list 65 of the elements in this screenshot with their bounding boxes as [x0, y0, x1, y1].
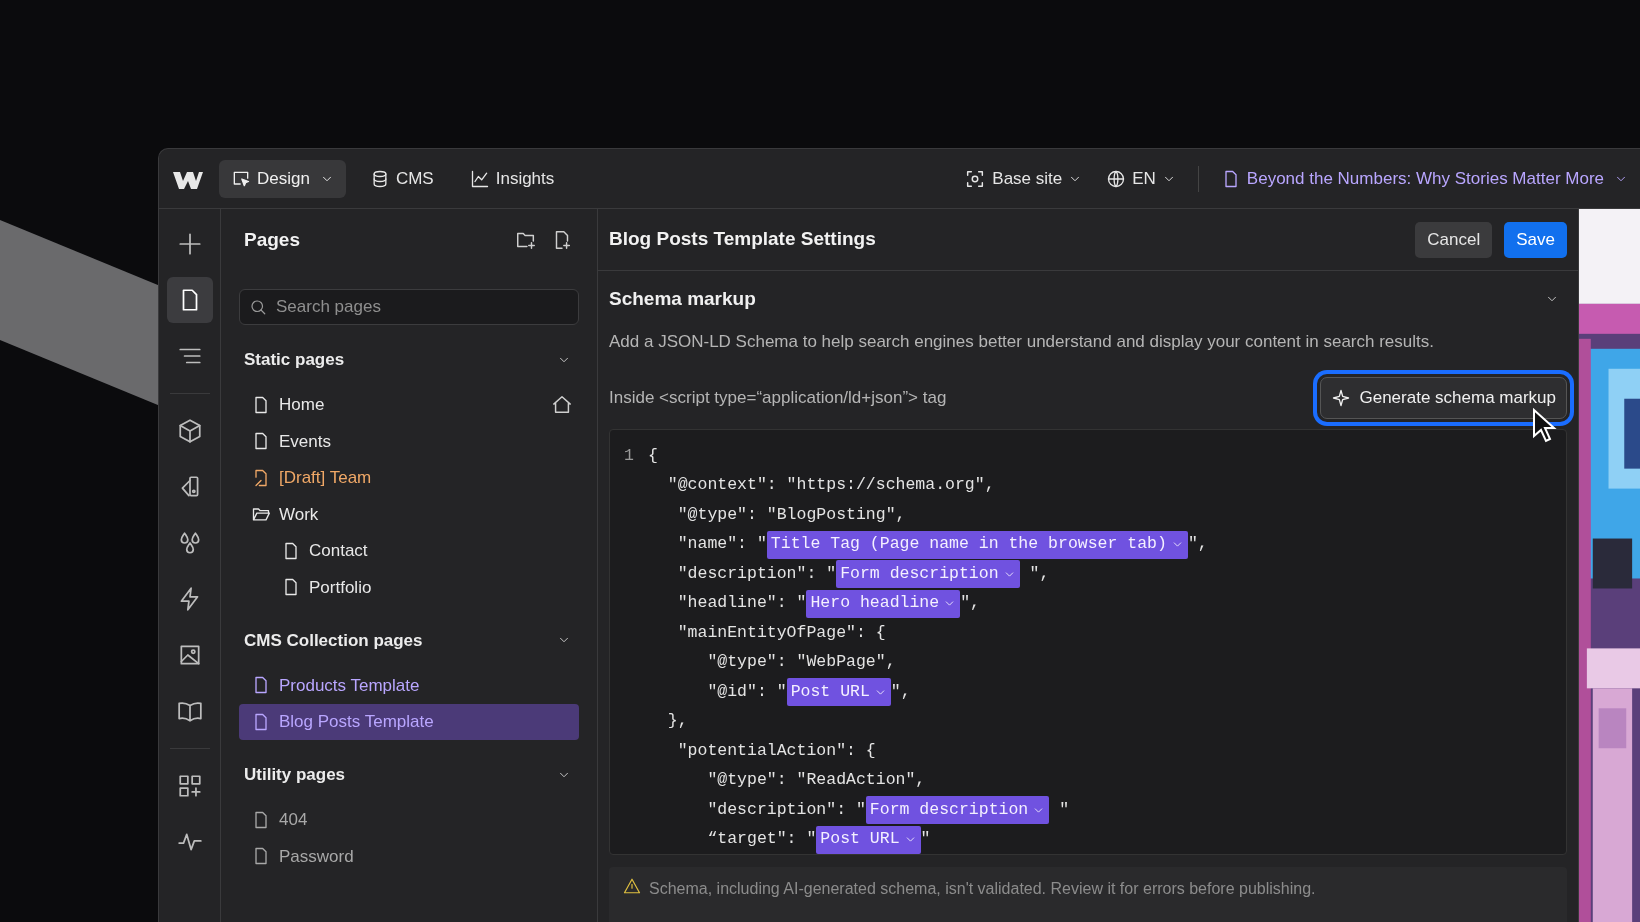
chart-icon: [469, 168, 490, 189]
code-text: "name": ": [676, 533, 767, 556]
variable-dropdown[interactable]: Form description: [836, 560, 1020, 589]
search-icon: [249, 298, 267, 316]
code-text: "potentialAction": {: [676, 739, 876, 762]
line-number: 1: [624, 445, 634, 465]
section-header[interactable]: Static pages: [239, 347, 579, 373]
page-dropdown[interactable]: Beyond the Numbers: Why Stories Matter More: [1220, 165, 1628, 192]
page-item[interactable]: Events: [239, 423, 579, 460]
section-header[interactable]: Schema markup: [609, 271, 1567, 327]
mode-tab[interactable]: Insights: [457, 159, 567, 198]
code-text: },: [666, 710, 688, 733]
variable-dropdown[interactable]: Post URL: [786, 678, 891, 707]
variable-dropdown[interactable]: Title Tag (Page name in the browser tab): [766, 530, 1188, 559]
page-item[interactable]: Products Template: [239, 667, 579, 704]
warning-icon: [623, 876, 641, 895]
code-text: "@type": "BlogPosting",: [676, 503, 906, 526]
pointer-icon: [1532, 408, 1558, 444]
apps-icon: [176, 773, 203, 799]
variable-dropdown[interactable]: Post URL: [816, 825, 921, 854]
variable-dropdown[interactable]: Form description: [865, 796, 1050, 825]
sparkle-icon: [1331, 387, 1352, 408]
code-text: "@type": "WebPage",: [706, 651, 896, 674]
code-label: Inside <script type=“application/ld+json”> tag: [609, 386, 948, 409]
rail-button[interactable]: [166, 277, 213, 323]
section-header[interactable]: Utility pages: [239, 762, 579, 788]
code-text: {: [648, 444, 658, 467]
mode-tab[interactable]: CMS: [357, 159, 446, 198]
language-dropdown[interactable]: EN: [1106, 165, 1176, 192]
code-text: ",: [960, 592, 980, 615]
page-item[interactable]: Home: [239, 386, 579, 423]
cube-icon: [176, 418, 203, 444]
code-text: "@context": "https://schema.org",: [666, 474, 995, 497]
description-text: Add a JSON-LD Schema to help search engines better understand and display your content in search results.: [609, 331, 1435, 353]
page-item[interactable]: Password: [239, 838, 579, 875]
mode-tab[interactable]: Design: [219, 159, 346, 198]
globe-icon: [1106, 168, 1127, 189]
page-item[interactable]: Portfolio: [239, 569, 579, 606]
code-text: "@type": "ReadAction",: [706, 769, 926, 792]
panel-title: Pages: [244, 227, 301, 252]
code-text: ": [1058, 798, 1070, 821]
code-text: ",: [1187, 533, 1208, 556]
search-field[interactable]: Search pages: [239, 289, 579, 325]
warning-text: Schema, including AI-generated schema, isn't validated. Review it for errors before publishing.: [649, 878, 1316, 899]
code-text: ",: [890, 680, 911, 703]
code-text: ": [920, 828, 931, 851]
section-header[interactable]: CMS Collection pages: [239, 627, 579, 653]
panel-title: Blog Posts Template Settings: [609, 227, 877, 252]
code-text: "@id": ": [706, 680, 787, 703]
code-text: ",: [1028, 562, 1050, 585]
page-item[interactable]: Contact: [239, 532, 579, 569]
code-text: "headline": ": [676, 592, 807, 615]
save-button[interactable]: Save: [1504, 221, 1567, 258]
page-item[interactable]: Blog Posts Template: [239, 703, 579, 740]
page-item[interactable]: 404: [239, 801, 579, 838]
code-text: "description": ": [706, 798, 866, 821]
code-text: "mainEntityOfPage": {: [676, 621, 886, 644]
page-item[interactable]: [Draft] Team: [239, 459, 579, 496]
variable-dropdown[interactable]: Hero headline: [806, 589, 961, 618]
locale-dropdown[interactable]: Base site: [964, 165, 1083, 192]
cancel-button[interactable]: Cancel: [1415, 221, 1493, 258]
code-editor[interactable]: [609, 428, 1567, 855]
code-text: “target": ": [706, 828, 817, 851]
code-text: "description": ": [676, 562, 837, 585]
page-item[interactable]: Work: [239, 496, 579, 533]
